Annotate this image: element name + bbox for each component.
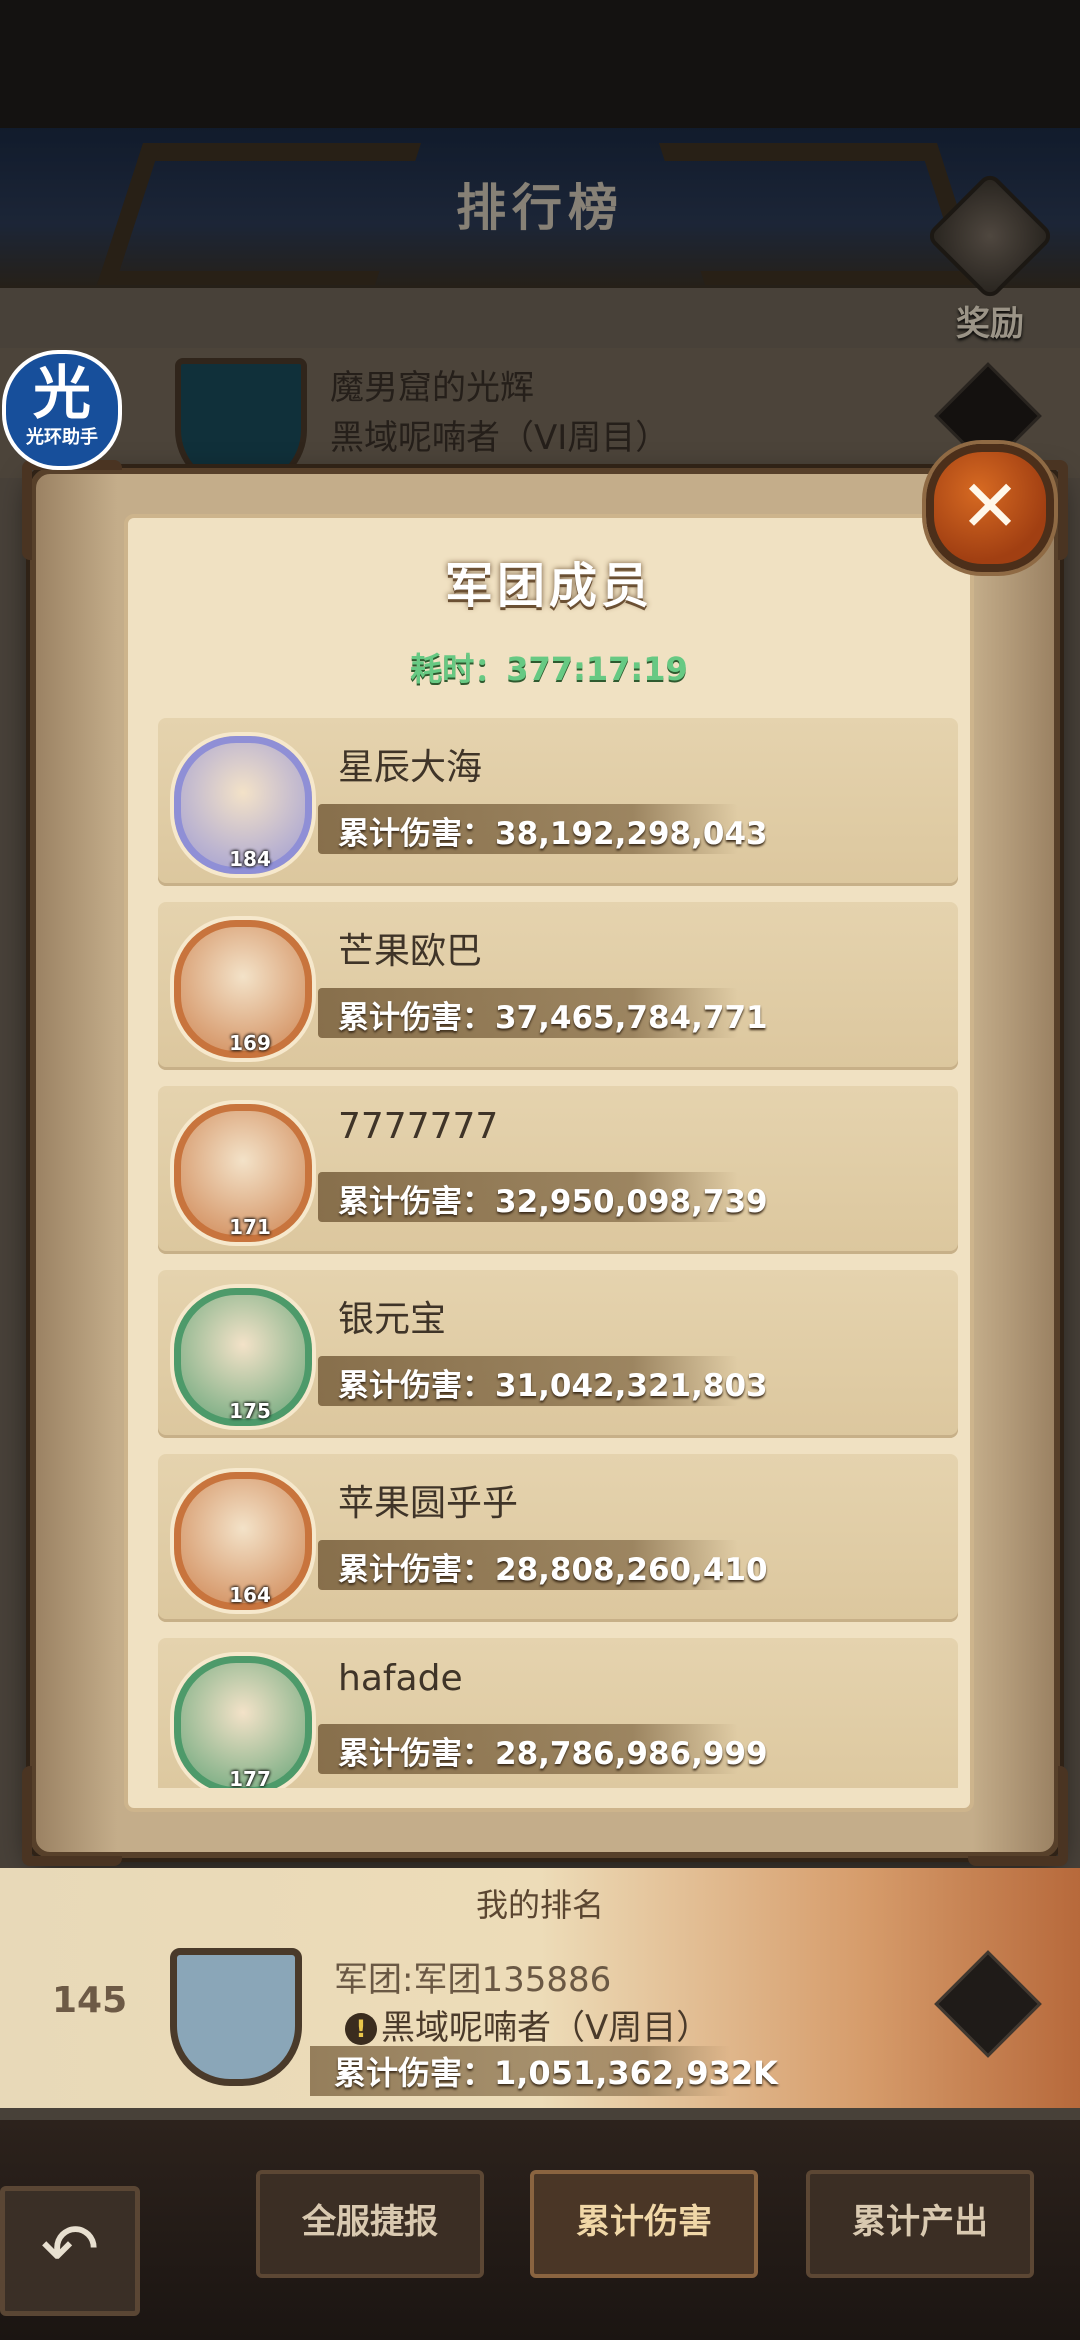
member-row[interactable]: 184 星辰大海累计伤害：38,192,298,043 — [158, 718, 958, 886]
damage-label: 累计伤害： — [338, 816, 493, 852]
elapsed-time-value: 377:17:19 — [506, 650, 688, 688]
my-guild-name: 军团:军团135886 — [334, 1960, 612, 2000]
warning-icon: ! — [345, 2013, 377, 2045]
member-damage: 累计伤害：37,465,784,771 — [338, 992, 768, 1037]
helper-app-badge[interactable]: 光 光环助手 — [2, 350, 122, 470]
member-list[interactable]: 184 星辰大海 累计伤害：38,192,298,043 169 芒果欧巴 累计伤害：37… — [158, 718, 958, 1788]
member-damage: 累计伤害：28,808,260,410 — [338, 1544, 768, 1589]
damage-label: 累计伤害： — [338, 1552, 493, 1588]
close-button[interactable]: ✕ — [926, 444, 1054, 572]
member-level: 175 — [229, 1399, 271, 1423]
damage-value: 28,808,260,410 — [495, 1552, 768, 1588]
my-ranking-panel[interactable]: 我的排名 145 军团:军团135886 ! 黑域呢喃者（V周目） 累计伤害：1,… — [0, 1868, 1080, 2108]
my-rank-number: 145 — [52, 1980, 128, 2021]
back-button[interactable]: ↶ — [0, 2186, 140, 2316]
member-name: 7777777 — [338, 1106, 499, 1147]
member-row[interactable]: 171 7777777 累计伤害：32,950,098,739 — [158, 1086, 958, 1254]
member-damage: 累计伤害：32,950,098,739 — [338, 1176, 768, 1221]
damage-value: 37,465,784,771 — [495, 1000, 768, 1036]
member-row[interactable]: 177 hafade 累计伤害：28,786,986,999 — [158, 1638, 958, 1788]
tab-cumulative-damage[interactable]: 累计伤害 — [530, 2170, 758, 2278]
frame-corner — [22, 1766, 122, 1866]
elapsed-time: 耗时：377:17:19 — [128, 644, 970, 690]
tab-cumulative-output[interactable]: 累计产出 — [806, 2170, 1034, 2278]
member-damage: 累计伤害：28,786,986,999 — [338, 1728, 768, 1773]
member-row[interactable]: 164 苹果圆乎乎累计伤害：28,808,260,410 — [158, 1454, 958, 1622]
member-level: 171 — [229, 1215, 271, 1239]
damage-label: 累计伤害： — [338, 1184, 493, 1220]
modal-panel: 军团成员 耗时：377:17:19 184 星辰大海 累计伤害：38,192,298… — [124, 514, 974, 1812]
elapsed-time-label: 耗时： — [410, 650, 507, 688]
modal-title: 军团成员 — [444, 558, 653, 614]
member-avatar[interactable]: 184 — [174, 736, 312, 874]
member-level: 184 — [229, 847, 271, 871]
member-row[interactable]: 175 银元宝累计伤害：31,042,321,803 — [158, 1270, 958, 1438]
my-stats-icon[interactable] — [934, 1950, 1042, 2058]
damage-value: 28,786,986,999 — [495, 1736, 768, 1772]
frame-corner — [968, 1766, 1068, 1866]
member-level: 169 — [229, 1031, 271, 1055]
member-name: 芒果欧巴 — [338, 931, 483, 972]
damage-label: 累计伤害： — [338, 1736, 493, 1772]
member-row[interactable]: 169 芒果欧巴累计伤害：37,465,784,771 — [158, 902, 958, 1070]
member-avatar[interactable]: 175 — [174, 1288, 312, 1426]
damage-label: 累计伤害： — [338, 1000, 493, 1036]
guild-members-modal: 军团成员 耗时：377:17:19 184 星辰大海 累计伤害：38,192,298… — [22, 460, 1068, 1866]
damage-value: 31,042,321,803 — [495, 1368, 768, 1404]
frame-corner — [22, 460, 122, 560]
my-boss-name: ! 黑域呢喃者（V周目） — [345, 2000, 710, 2049]
member-avatar[interactable]: 177 — [174, 1656, 312, 1788]
my-damage: 累计伤害：1,051,362,932K — [334, 2054, 778, 2092]
member-level: 177 — [229, 1767, 271, 1788]
tab-server-news[interactable]: 全服捷报 — [256, 2170, 484, 2278]
member-name: 银元宝 — [338, 1299, 447, 1340]
damage-label: 累计伤害： — [338, 1368, 493, 1404]
my-ranking-title: 我的排名 — [475, 1886, 604, 1924]
damage-value: 32,950,098,739 — [495, 1184, 768, 1220]
member-avatar[interactable]: 164 — [174, 1472, 312, 1610]
member-damage: 累计伤害：31,042,321,803 — [338, 1360, 768, 1405]
damage-value: 38,192,298,043 — [495, 816, 768, 852]
bottom-tab-bar: ↶ 全服捷报 累计伤害 累计产出 — [0, 2120, 1080, 2340]
member-avatar[interactable]: 171 — [174, 1104, 312, 1242]
member-name: hafade — [338, 1658, 463, 1699]
my-guild-emblem-icon — [170, 1948, 302, 2086]
member-damage: 累计伤害：38,192,298,043 — [338, 808, 768, 853]
member-level: 164 — [229, 1583, 271, 1607]
member-name: 星辰大海 — [338, 747, 483, 788]
member-avatar[interactable]: 169 — [174, 920, 312, 1058]
member-name: 苹果圆乎乎 — [338, 1483, 519, 1524]
